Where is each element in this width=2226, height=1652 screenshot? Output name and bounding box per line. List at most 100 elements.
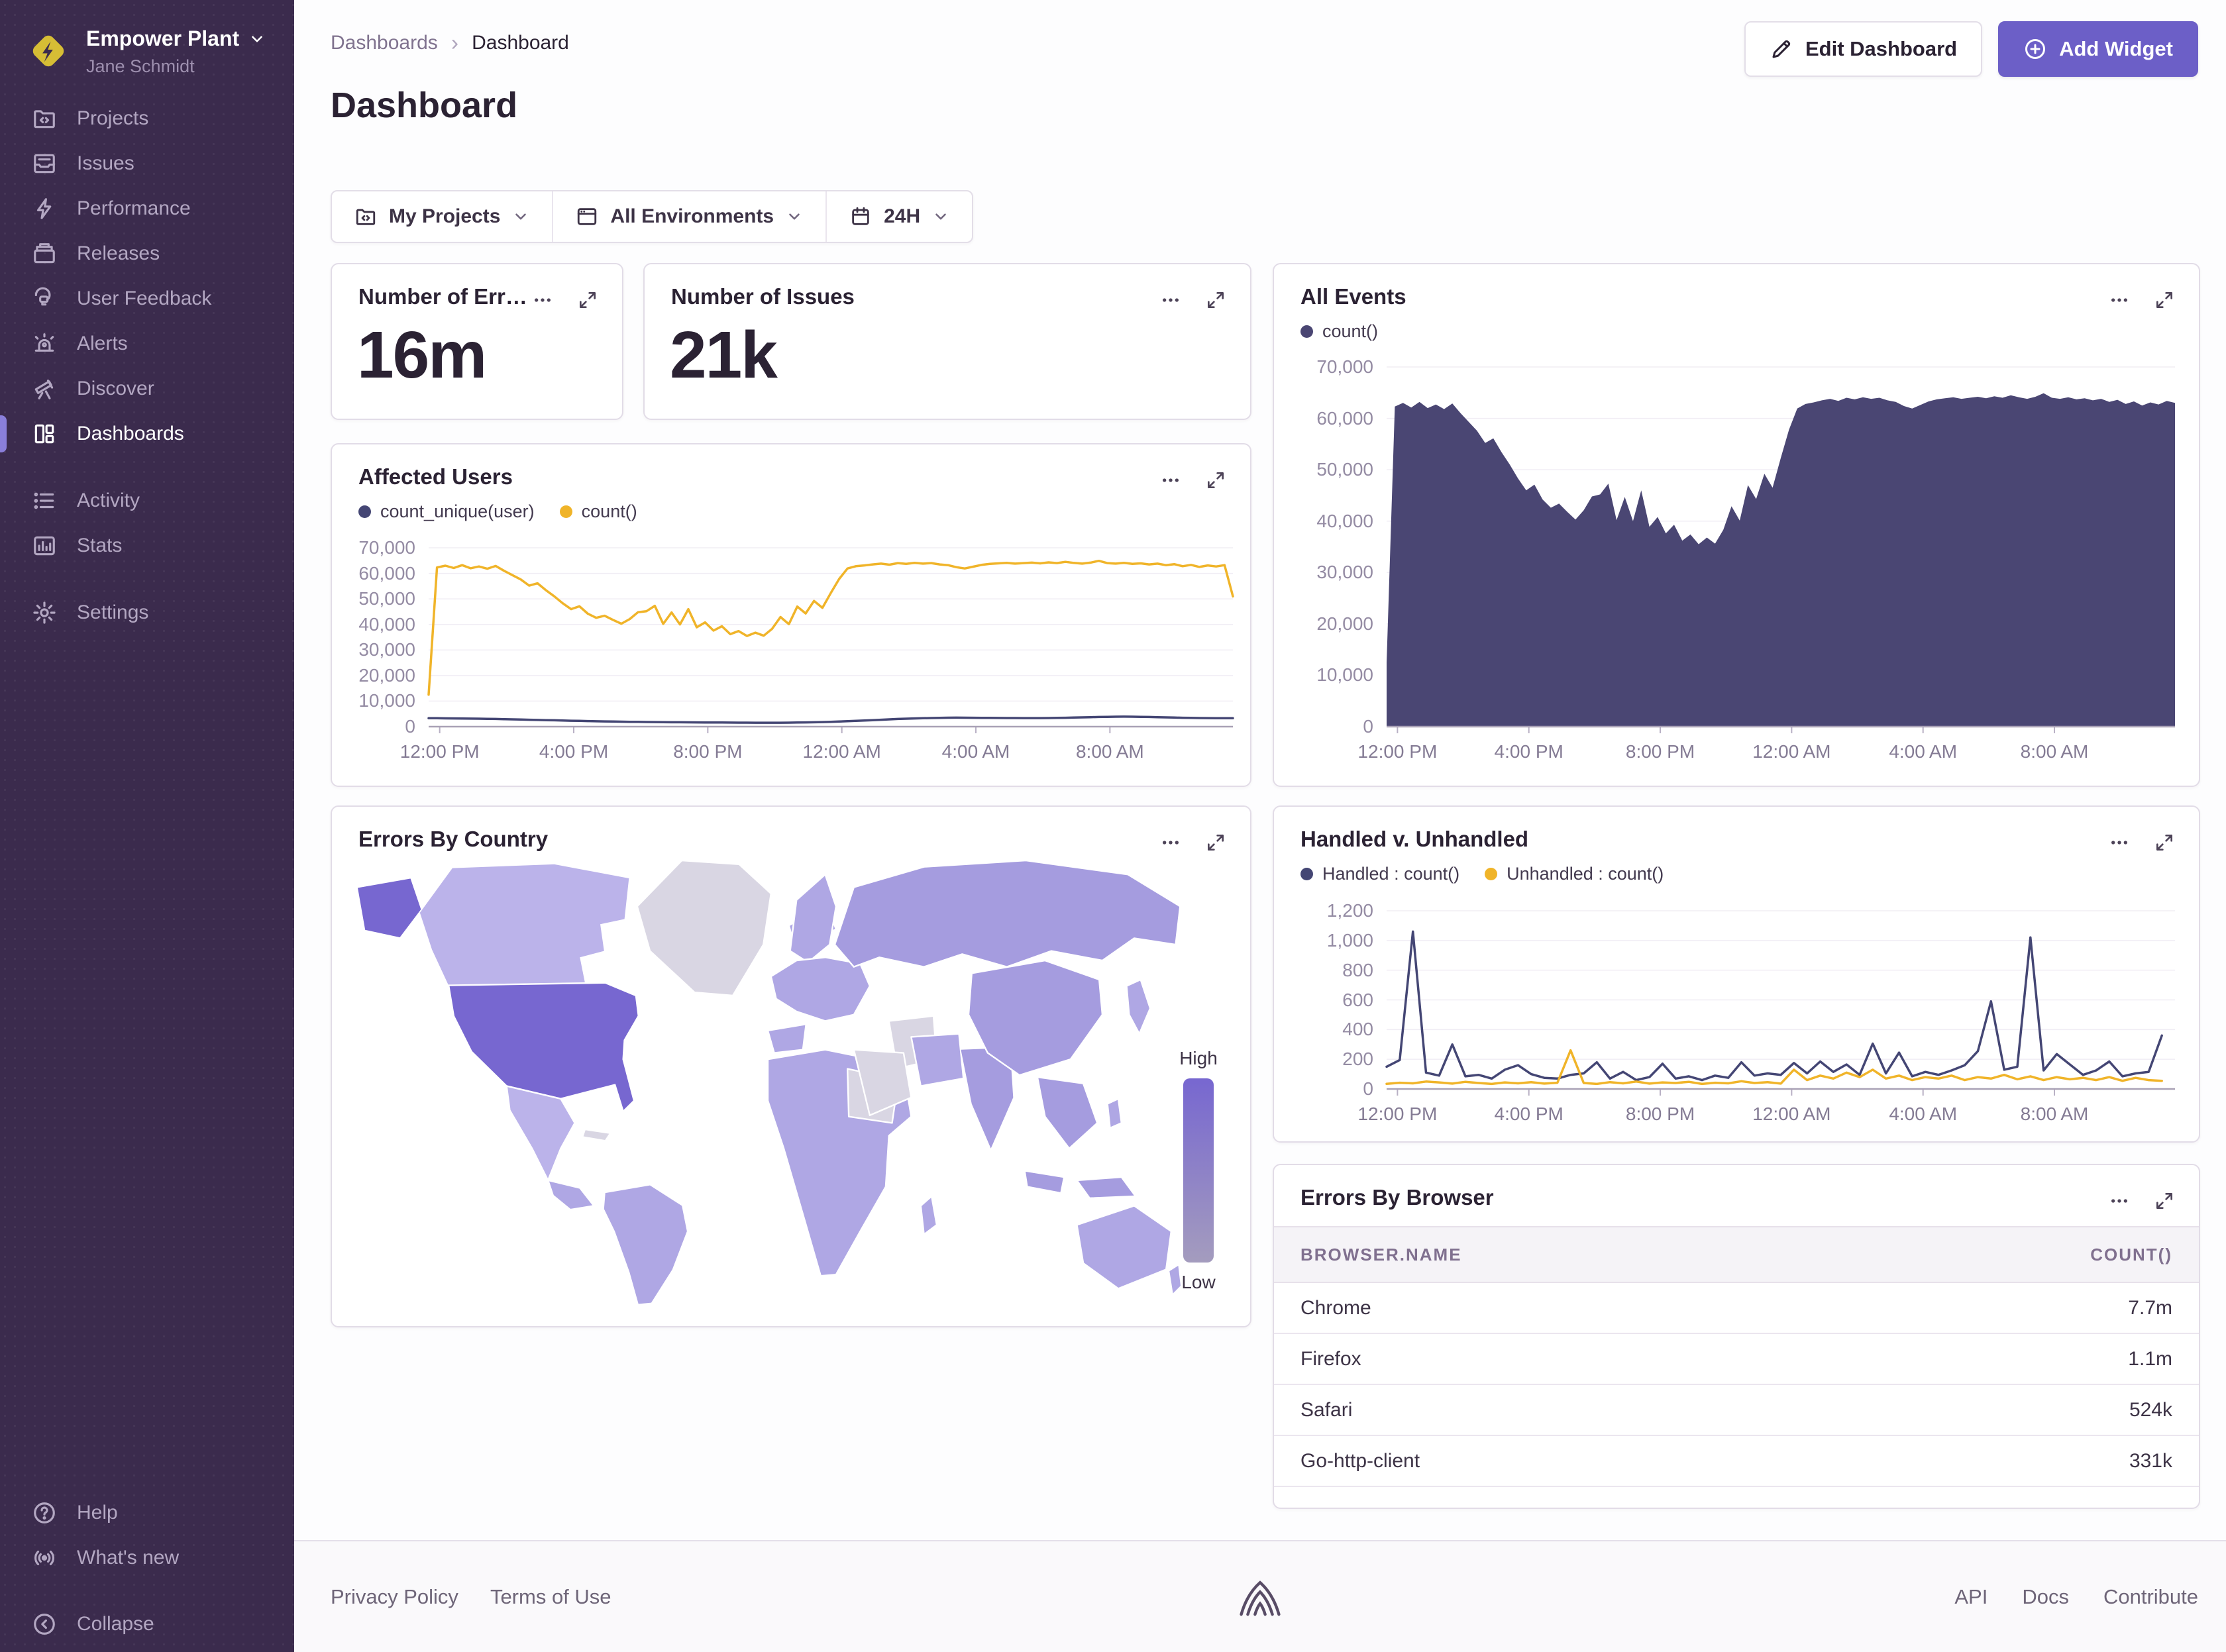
affected_users-plot [429, 548, 1233, 727]
widget-menu-icon[interactable] [2109, 1190, 2130, 1212]
sidebar-item-performance[interactable]: Performance [0, 186, 294, 231]
y-axis-label: 40,000 [1316, 511, 1373, 532]
x-axis-label: 8:00 PM [1626, 1104, 1695, 1125]
y-axis-label: 20,000 [358, 665, 415, 686]
activity-icon [32, 488, 57, 513]
api-link[interactable]: API [1954, 1585, 1988, 1609]
sidebar-item-settings[interactable]: Settings [0, 590, 294, 635]
expand-icon[interactable] [1205, 470, 1226, 491]
widget-menu-icon[interactable] [1160, 289, 1181, 311]
sidebar-item-discover[interactable]: Discover [0, 366, 294, 411]
x-axis-label: 4:00 AM [942, 741, 1010, 762]
widget-title: All Events [1300, 284, 1406, 309]
x-axis-label: 8:00 PM [673, 741, 742, 762]
sidebar-item-issues[interactable]: Issues [0, 141, 294, 186]
x-axis-label: 12:00 AM [1752, 741, 1830, 762]
legend-item[interactable]: Handled : count() [1300, 864, 1459, 884]
y-axis-label: 20,000 [1316, 613, 1373, 635]
sidebar-item-stats[interactable]: Stats [0, 523, 294, 568]
y-axis-label: 60,000 [358, 563, 415, 584]
world-map [350, 847, 1185, 1310]
widget-menu-icon[interactable] [1160, 470, 1181, 491]
org-logo-icon [26, 29, 70, 73]
map-region [449, 983, 639, 1111]
projects-filter-label: My Projects [389, 205, 500, 228]
sidebar-item-user-feedback[interactable]: User Feedback [0, 276, 294, 321]
sidebar: Empower Plant Jane Schmidt Projects Issu… [0, 0, 294, 1652]
x-axis-label: 12:00 PM [400, 741, 480, 762]
sidebar-item-releases[interactable]: Releases [0, 231, 294, 276]
x-axis-label: 8:00 PM [1626, 741, 1695, 762]
privacy-policy-link[interactable]: Privacy Policy [331, 1585, 458, 1609]
y-axis-label: 30,000 [358, 639, 415, 660]
sidebar-item-activity[interactable]: Activity [0, 478, 294, 523]
legend-item[interactable]: count_unique(user) [358, 501, 535, 522]
map-region [768, 1024, 806, 1053]
contribute-link[interactable]: Contribute [2103, 1585, 2198, 1609]
org-switcher[interactable]: Empower Plant Jane Schmidt [26, 26, 266, 77]
sidebar-item-label: Collapse [77, 1613, 154, 1635]
map-region [1077, 1177, 1135, 1198]
table-row: Safari 524k [1274, 1385, 2199, 1436]
sidebar-nav: Projects Issues Performance Releases Use… [0, 96, 294, 657]
map-region [790, 874, 836, 962]
y-axis-label: 70,000 [358, 537, 415, 558]
user-feedback-icon [32, 286, 57, 311]
browser-count: 524k [2129, 1399, 2172, 1421]
sidebar-item-whats-new[interactable]: What's new [0, 1535, 294, 1580]
widget-errors-by-browser: Errors By Browser BROWSER.NAME COUNT() C… [1273, 1164, 2200, 1509]
map-region [582, 1129, 610, 1141]
sidebar-collapse-button[interactable]: Collapse [0, 1602, 294, 1647]
sidebar-item-projects[interactable]: Projects [0, 96, 294, 141]
projects-filter[interactable]: My Projects [332, 191, 552, 242]
expand-icon[interactable] [2154, 832, 2175, 853]
widget-menu-icon[interactable] [2109, 832, 2130, 853]
chevron-down-icon [512, 208, 529, 225]
widget-title: Handled v. Unhandled [1300, 827, 1528, 852]
expand-icon[interactable] [577, 289, 598, 311]
expand-icon[interactable] [2154, 289, 2175, 311]
edit-dashboard-button[interactable]: Edit Dashboard [1744, 21, 1982, 77]
breadcrumb-separator: › [451, 32, 458, 54]
discover-icon [32, 376, 57, 401]
sidebar-item-dashboards[interactable]: Dashboards [0, 411, 294, 456]
legend-item[interactable]: count() [1300, 321, 1378, 342]
widget-errors-by-country: Errors By Country [331, 805, 1251, 1327]
widget-menu-icon[interactable] [532, 289, 553, 311]
page-title: Dashboard [331, 85, 517, 126]
y-axis-label: 800 [1342, 960, 1373, 981]
add-widget-button[interactable]: Add Widget [1998, 21, 2198, 77]
filter-bar: My Projects All Environments 24H [331, 190, 973, 243]
big-number-value: 21k [670, 317, 776, 393]
edit-dashboard-label: Edit Dashboard [1805, 37, 1957, 61]
map-legend-high-label: High [1179, 1048, 1218, 1068]
expand-icon[interactable] [2154, 1190, 2175, 1212]
performance-icon [32, 196, 57, 221]
sentry-logo-icon [1237, 1574, 1283, 1620]
sidebar-item-help[interactable]: Help [0, 1490, 294, 1535]
environment-filter[interactable]: All Environments [552, 191, 825, 242]
issues-icon [32, 151, 57, 176]
map-region [1127, 980, 1151, 1034]
map-legend-gradient [1183, 1078, 1214, 1263]
x-axis-label: 12:00 AM [1752, 1104, 1830, 1125]
stats-icon [32, 533, 57, 558]
footer-links-right: API Docs Contribute [1954, 1541, 2198, 1652]
chevron-down-icon [248, 30, 266, 48]
date-range-filter[interactable]: 24H [825, 191, 972, 242]
legend-item[interactable]: Unhandled : count() [1485, 864, 1664, 884]
x-axis-label: 4:00 PM [1495, 741, 1564, 762]
terms-of-use-link[interactable]: Terms of Use [490, 1585, 611, 1609]
broadcast-icon [32, 1545, 57, 1571]
expand-icon[interactable] [1205, 832, 1226, 853]
y-axis-label: 10,000 [358, 690, 415, 711]
x-axis-label: 12:00 AM [803, 741, 881, 762]
legend-item[interactable]: count() [560, 501, 637, 522]
docs-link[interactable]: Docs [2022, 1585, 2069, 1609]
widget-menu-icon[interactable] [2109, 289, 2130, 311]
sidebar-item-alerts[interactable]: Alerts [0, 321, 294, 366]
breadcrumb-dashboards[interactable]: Dashboards [331, 32, 438, 54]
x-axis-label: 4:00 AM [1889, 741, 1957, 762]
expand-icon[interactable] [1205, 289, 1226, 311]
widget-affected-users: Affected Users count_unique(user)count()… [331, 443, 1251, 787]
